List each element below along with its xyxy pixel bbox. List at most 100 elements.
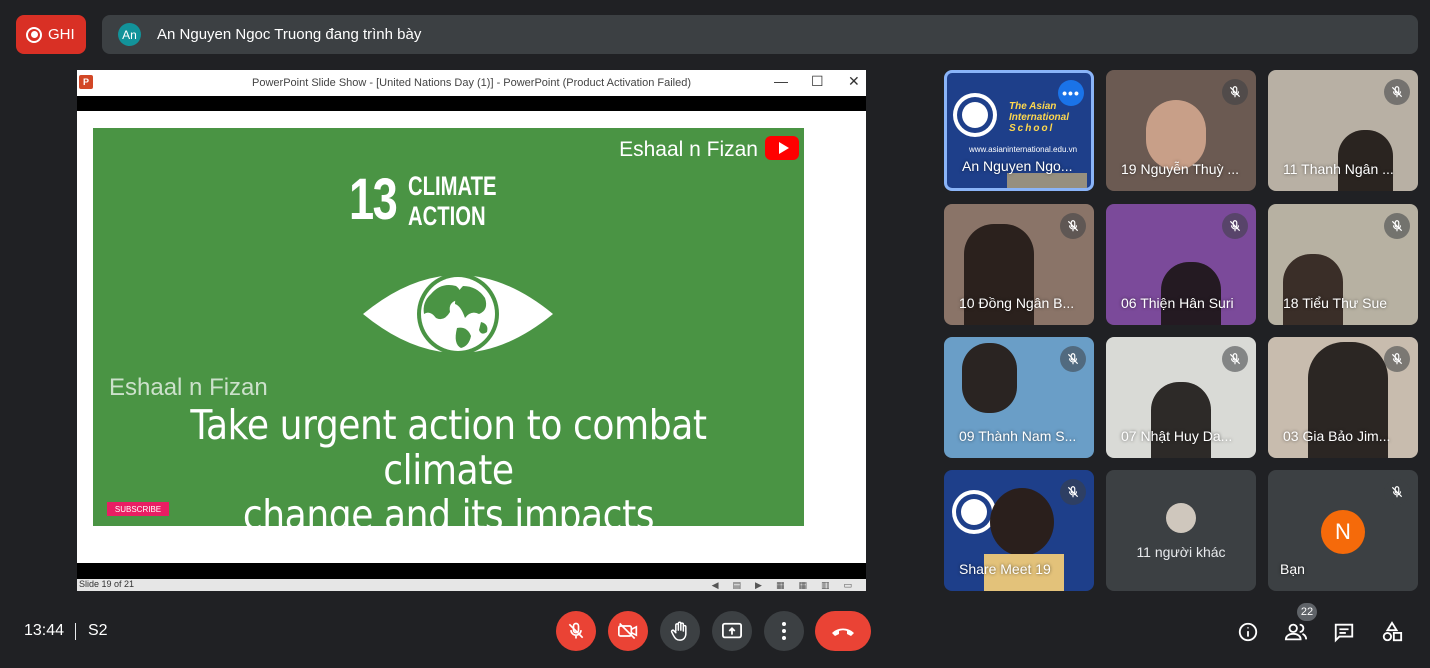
participant-tile[interactable]: 09 Thành Nam S... <box>944 337 1094 458</box>
participant-tile[interactable]: 11 Thanh Ngân ... <box>1268 70 1418 191</box>
people-icon <box>1284 623 1308 641</box>
participant-tile[interactable]: 10 Đồng Ngân B... <box>944 204 1094 325</box>
others-avatar <box>1166 503 1196 533</box>
activities-button[interactable] <box>1380 620 1404 644</box>
presentation-stream[interactable]: P PowerPoint Slide Show - [United Nation… <box>77 70 866 591</box>
top-bar: GHI An An Nguyen Ngoc Truong đang trình … <box>0 0 1430 68</box>
reading-view-icon: ▥ <box>820 580 830 590</box>
people-count-badge: 22 <box>1297 603 1317 621</box>
letterbox-bottom <box>77 563 866 579</box>
participant-video <box>1283 254 1343 325</box>
presenter-avatar: An <box>118 23 141 46</box>
letterbox-top <box>77 96 866 111</box>
participant-name: 07 Nhật Huy Da... <box>1121 428 1233 444</box>
sdg-title-line2: ACTION <box>408 201 486 231</box>
ppt-window-title: PowerPoint Slide Show - [United Nations … <box>252 77 691 89</box>
self-avatar: N <box>1321 510 1365 554</box>
school-name: The Asian International School <box>1009 101 1069 134</box>
hand-icon <box>670 621 687 641</box>
bottom-bar: 13:44 S2 22 <box>0 598 1430 668</box>
participant-name: 09 Thành Nam S... <box>959 428 1077 444</box>
participant-name: An Nguyen Ngo... <box>962 158 1073 174</box>
mic-off-icon <box>1384 79 1410 105</box>
goal-line1: Take urgent action to combat climate <box>190 401 707 494</box>
slide-area: Eshaal n Fizan 13 CLIMATE ACTION Eshaal … <box>77 111 866 563</box>
participant-name: 06 Thiện Hân Suri <box>1121 295 1234 311</box>
participant-name: 18 Tiểu Thư Sue <box>1283 295 1388 311</box>
others-label: 11 người khác <box>1136 544 1226 560</box>
hangup-icon <box>832 628 854 636</box>
present-icon <box>722 622 742 639</box>
camera-off-icon <box>617 622 638 640</box>
participant-name: 10 Đồng Ngân B... <box>959 295 1075 311</box>
mic-off-icon <box>1060 479 1086 505</box>
participant-video <box>962 343 1017 413</box>
presenter-text: An Nguyen Ngoc Truong đang trình bày <box>157 26 422 43</box>
school-name-line2: International <box>1009 112 1070 123</box>
slideshow-view-icon: ▭ <box>843 580 852 590</box>
others-tile[interactable]: 11 người khác <box>1106 470 1256 591</box>
goal-text: Take urgent action to combat climate cha… <box>136 401 762 527</box>
mic-off-icon <box>1384 346 1410 372</box>
present-screen-button[interactable] <box>712 611 752 651</box>
recording-indicator[interactable]: GHI <box>16 15 86 54</box>
more-options-icon[interactable]: ••• <box>1058 80 1084 106</box>
school-name-line3: School <box>1009 123 1055 134</box>
participant-tile[interactable]: 18 Tiểu Thư Sue <box>1268 204 1418 325</box>
channel-name: Eshaal n Fizan <box>619 138 758 161</box>
participant-tile[interactable]: 19 Nguyễn Thuỳ ... <box>1106 70 1256 191</box>
maximize-icon: ☐ <box>811 73 824 89</box>
mic-off-icon <box>1384 479 1410 505</box>
sdg-number: 13 <box>349 167 398 232</box>
info-icon <box>1238 622 1258 642</box>
ppt-statusbar: Slide 19 of 21 ◀ ▤ ▶ ▦ ▦ ▥ ▭ <box>77 579 866 591</box>
powerpoint-icon: P <box>79 75 93 89</box>
slide-counter: Slide 19 of 21 <box>79 579 135 589</box>
mic-off-icon <box>1222 213 1248 239</box>
mic-off-icon <box>1384 213 1410 239</box>
school-url: www.asianinternational.edu.vn <box>969 145 1078 154</box>
leave-call-button[interactable] <box>815 611 871 651</box>
goal-line2: change and its impacts <box>242 491 655 527</box>
mic-toggle-button[interactable] <box>556 611 596 651</box>
more-options-button[interactable] <box>764 611 804 651</box>
notes-icon: ▤ <box>732 580 742 590</box>
minimize-icon: — <box>774 73 788 89</box>
participant-name: Bạn <box>1280 561 1305 577</box>
close-icon: ✕ <box>848 73 860 89</box>
mic-off-icon <box>1060 346 1086 372</box>
eye-globe-icon <box>363 273 553 355</box>
people-button[interactable] <box>1284 620 1308 644</box>
participant-tile[interactable]: 07 Nhật Huy Da... <box>1106 337 1256 458</box>
camera-toggle-button[interactable] <box>608 611 648 651</box>
raise-hand-button[interactable] <box>660 611 700 651</box>
more-vert-icon <box>782 622 786 640</box>
watermark-text: Eshaal n Fizan <box>109 374 268 401</box>
activities-icon <box>1382 621 1403 642</box>
youtube-icon <box>765 136 799 160</box>
record-icon <box>26 26 42 43</box>
mic-off-icon <box>1222 79 1248 105</box>
chat-icon <box>1334 623 1354 643</box>
mic-off-icon <box>1060 213 1086 239</box>
participant-tile[interactable]: The Asian International School www.asian… <box>944 70 1094 191</box>
chat-button[interactable] <box>1332 620 1356 644</box>
divider <box>75 623 76 640</box>
recording-label: GHI <box>48 26 75 43</box>
participant-tile[interactable]: 03 Gia Bảo Jim... <box>1268 337 1418 458</box>
meeting-code[interactable]: S2 <box>88 622 108 640</box>
participant-video <box>1151 382 1211 458</box>
status-icons: ◀ ▤ ▶ ▦ ▦ ▥ ▭ <box>712 580 852 591</box>
ppt-titlebar: P PowerPoint Slide Show - [United Nation… <box>77 70 866 96</box>
participant-tile[interactable]: 06 Thiện Hân Suri <box>1106 204 1256 325</box>
sorter-view-icon: ▦ <box>798 580 807 590</box>
self-tile[interactable]: N Bạn <box>1268 470 1418 591</box>
participant-tile[interactable]: Share Meet 19 <box>944 470 1094 591</box>
meeting-details-button[interactable] <box>1236 620 1260 644</box>
sdg-title: CLIMATE ACTION <box>408 171 496 231</box>
prev-slide-icon: ◀ <box>711 580 719 590</box>
sdg-title-line1: CLIMATE <box>408 171 497 201</box>
participant-name: Share Meet 19 <box>959 561 1051 577</box>
participant-video <box>1161 262 1221 325</box>
participant-video <box>1146 100 1206 170</box>
